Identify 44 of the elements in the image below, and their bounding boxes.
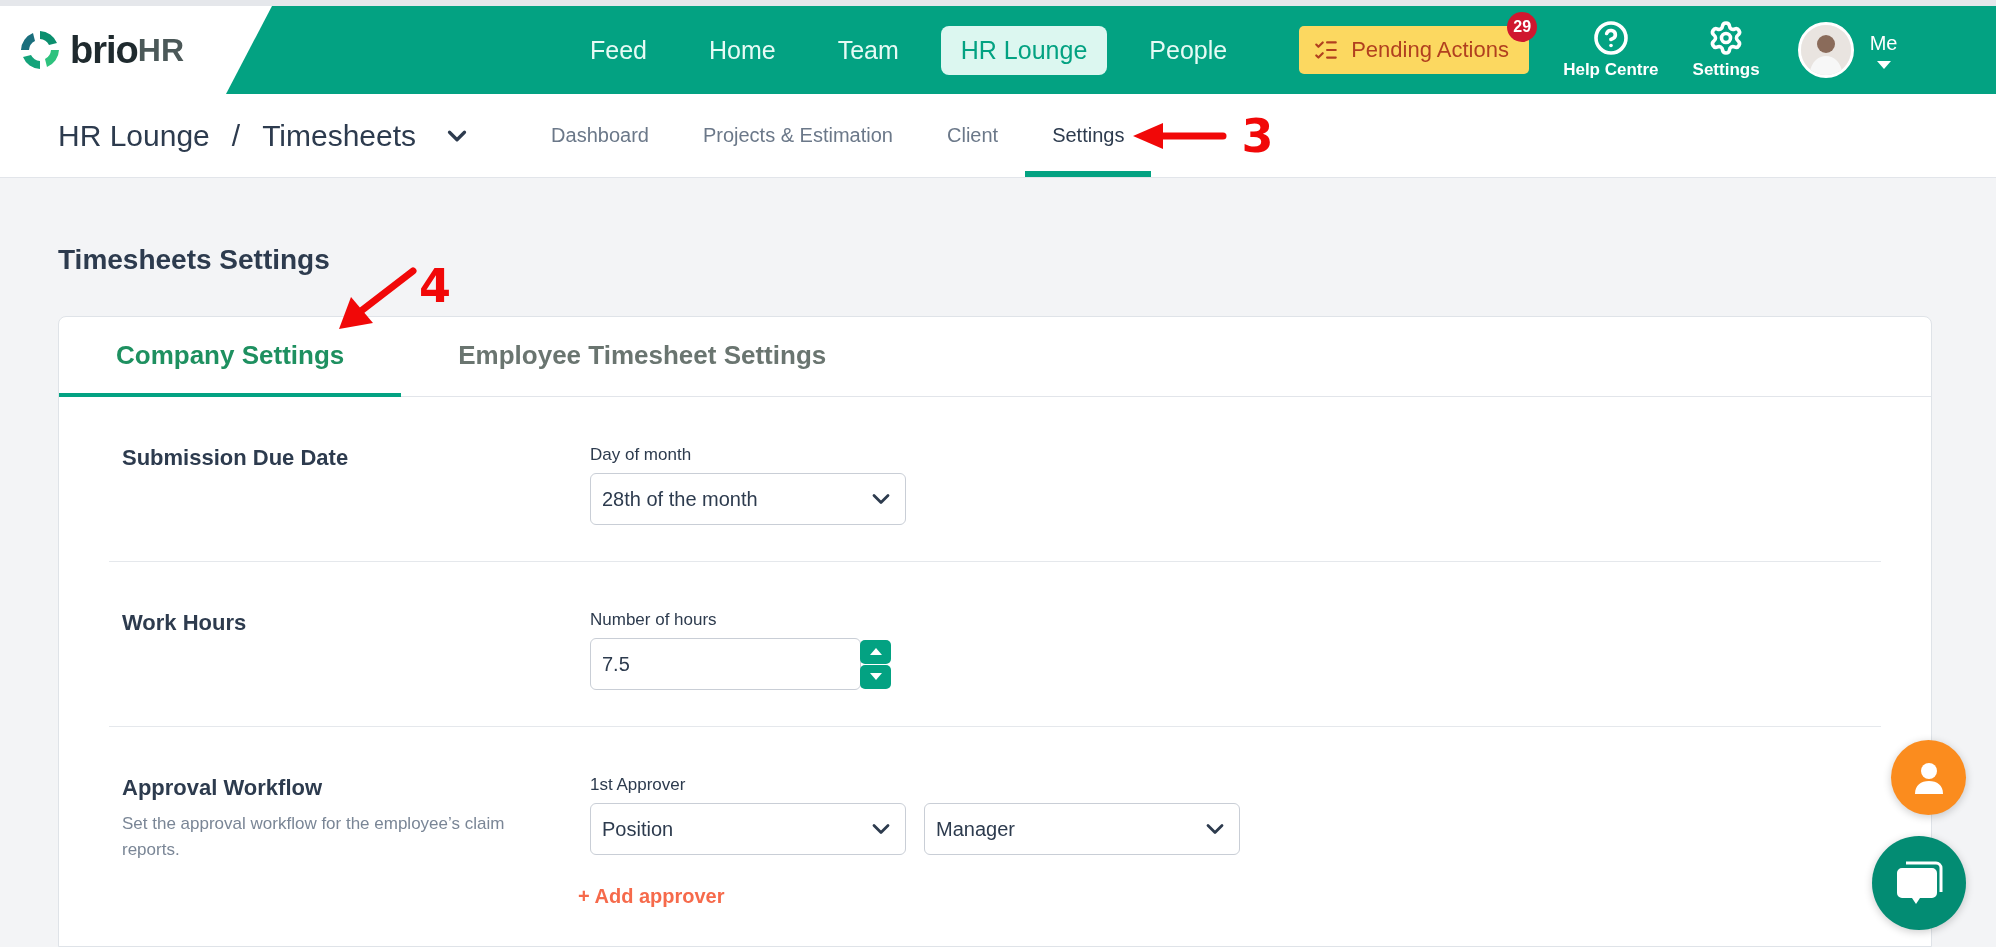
settings-tab[interactable]: Employee Timesheet Settings (401, 317, 884, 397)
section-title: Approval Workflow (122, 775, 324, 801)
annotation-number: 3 (1241, 108, 1274, 163)
help-icon (1592, 20, 1629, 56)
logo-icon (18, 28, 62, 72)
brand-logo-suffix: HR (137, 31, 184, 69)
add-approver-link[interactable]: + Add approver (578, 885, 1240, 908)
section-description: Set the approval workflow for the employee’s claim reports. (122, 813, 506, 861)
field-label: 1st Approver (590, 775, 687, 795)
nav-link[interactable]: People (1129, 25, 1248, 75)
user-menu[interactable]: Me (1869, 31, 1898, 69)
arrow-icon (1131, 120, 1228, 151)
breadcrumb-link[interactable]: HR Lounge (58, 118, 210, 153)
dropdown-field[interactable]: 28th of the month (590, 473, 906, 525)
nav-link[interactable]: Home (689, 25, 796, 75)
page-title: Timesheets Settings (58, 244, 331, 276)
settings-tab[interactable]: Company Settings (59, 317, 402, 397)
brand-logo: brio (70, 28, 138, 72)
breadcrumb-separator: / (231, 118, 241, 153)
down-arrow-icon (868, 672, 883, 681)
increment-button[interactable] (860, 639, 891, 664)
notification-badge: 29 (1507, 12, 1538, 42)
nav-link[interactable]: Feed (570, 25, 667, 75)
field-label: Day of month (590, 445, 693, 465)
nav-link[interactable]: Team (817, 25, 919, 75)
sub-tab[interactable]: Client (920, 94, 1026, 177)
section-title: Work Hours (122, 610, 248, 636)
section-title: Submission Due Date (122, 445, 350, 471)
sub-tab[interactable]: Projects & Estimation (675, 94, 920, 177)
decrement-button[interactable] (860, 664, 891, 689)
annotation-number: 4 (419, 259, 451, 313)
utility-link[interactable]: Settings (1692, 20, 1760, 80)
chat-icon (1894, 860, 1944, 906)
chat-button[interactable] (1872, 836, 1966, 930)
breadcrumb-current: Timesheets (262, 118, 417, 153)
field-label: Number of hours (590, 610, 718, 630)
sub-tab[interactable]: Dashboard (524, 94, 676, 177)
nav-link[interactable]: HR Lounge (940, 25, 1108, 75)
dropdown-field[interactable]: Manager (924, 803, 1240, 855)
utility-link[interactable]: Help Centre (1563, 20, 1659, 80)
person-icon (1913, 761, 1944, 794)
up-arrow-icon (868, 647, 883, 656)
caret-icon (1876, 60, 1891, 69)
dropdown-field[interactable]: Position (590, 803, 906, 855)
